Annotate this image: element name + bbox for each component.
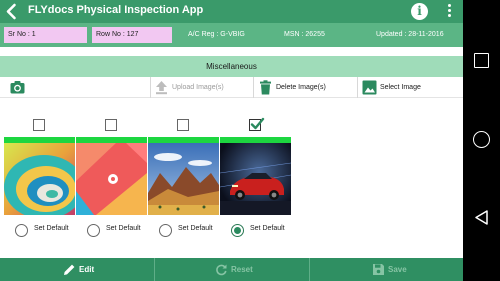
- image-thumbnail[interactable]: [4, 143, 75, 215]
- set-default-label: Set Default: [178, 225, 213, 232]
- image-select-checkbox[interactable]: [177, 119, 189, 131]
- sr-no-field: Sr No : 1: [4, 27, 87, 43]
- info-icon: i: [417, 4, 422, 18]
- image-card: Set Default: [4, 117, 75, 241]
- ac-reg-text: A/C Reg : G-VBIG: [188, 31, 245, 38]
- image-select-checkbox[interactable]: [249, 117, 265, 131]
- upload-icon: [156, 81, 167, 95]
- upload-images-label: Upload Image(s): [172, 84, 224, 91]
- image-thumbnail[interactable]: [220, 143, 291, 215]
- delete-images-label: Delete Image(s): [276, 84, 326, 91]
- select-image-label: Select Image: [380, 84, 421, 91]
- reset-label: Reset: [231, 265, 253, 274]
- checkmark-icon: [250, 117, 265, 130]
- reset-button[interactable]: Reset: [154, 258, 308, 281]
- set-default-label: Set Default: [34, 225, 69, 232]
- more-vert-icon[interactable]: [446, 3, 452, 21]
- delete-images-button[interactable]: Delete Image(s): [253, 77, 357, 98]
- save-label: Save: [388, 265, 407, 274]
- app-header: FLYdocs Physical Inspection App i: [0, 0, 463, 23]
- msn-text: MSN : 26255: [284, 31, 325, 38]
- image-icon: [362, 80, 377, 95]
- pencil-icon: [64, 264, 75, 275]
- image-card: Set Default: [76, 117, 147, 241]
- recent-apps-icon[interactable]: [474, 53, 489, 68]
- row-no-field: Row No : 127: [92, 27, 172, 43]
- bottom-action-bar: Edit Reset Save: [0, 258, 463, 281]
- set-default-label: Set Default: [250, 225, 285, 232]
- home-icon[interactable]: [473, 131, 490, 148]
- app-title: FLYdocs Physical Inspection App: [28, 4, 204, 16]
- select-image-button[interactable]: Select Image: [357, 77, 463, 98]
- section-title: Miscellaneous: [0, 56, 463, 77]
- set-default-radio[interactable]: [87, 224, 100, 237]
- system-navigation-bar: [463, 0, 500, 281]
- edit-label: Edit: [79, 265, 95, 274]
- back-triangle-icon[interactable]: [473, 209, 490, 226]
- floppy-disk-icon: [373, 264, 384, 275]
- image-select-checkbox[interactable]: [33, 119, 45, 131]
- image-card: Set Default: [220, 117, 291, 241]
- image-card: Set Default: [148, 117, 219, 241]
- back-button[interactable]: [3, 2, 21, 21]
- set-default-radio[interactable]: [159, 224, 172, 237]
- updated-text: Updated : 28-11-2016: [376, 31, 444, 38]
- arrow-left-icon: [6, 3, 16, 20]
- image-thumbnail[interactable]: [148, 143, 219, 215]
- set-default-label: Set Default: [106, 225, 141, 232]
- refresh-icon: [216, 264, 227, 276]
- camera-icon: [10, 81, 25, 94]
- trash-icon: [260, 80, 271, 95]
- record-info-bar: Sr No : 1 Row No : 127 A/C Reg : G-VBIG …: [0, 23, 463, 47]
- app-window: FLYdocs Physical Inspection App i Sr No …: [0, 0, 463, 281]
- camera-button[interactable]: [0, 77, 36, 98]
- upload-images-button[interactable]: Upload Image(s): [150, 77, 253, 98]
- save-button[interactable]: Save: [309, 258, 463, 281]
- image-select-checkbox[interactable]: [105, 119, 117, 131]
- edit-button[interactable]: Edit: [0, 258, 153, 281]
- image-toolbar: Upload Image(s) Delete Image(s) Select I…: [0, 77, 463, 98]
- image-thumbnail[interactable]: [76, 143, 147, 215]
- info-button[interactable]: i: [411, 3, 428, 20]
- set-default-radio[interactable]: [15, 224, 28, 237]
- set-default-radio[interactable]: [231, 224, 244, 237]
